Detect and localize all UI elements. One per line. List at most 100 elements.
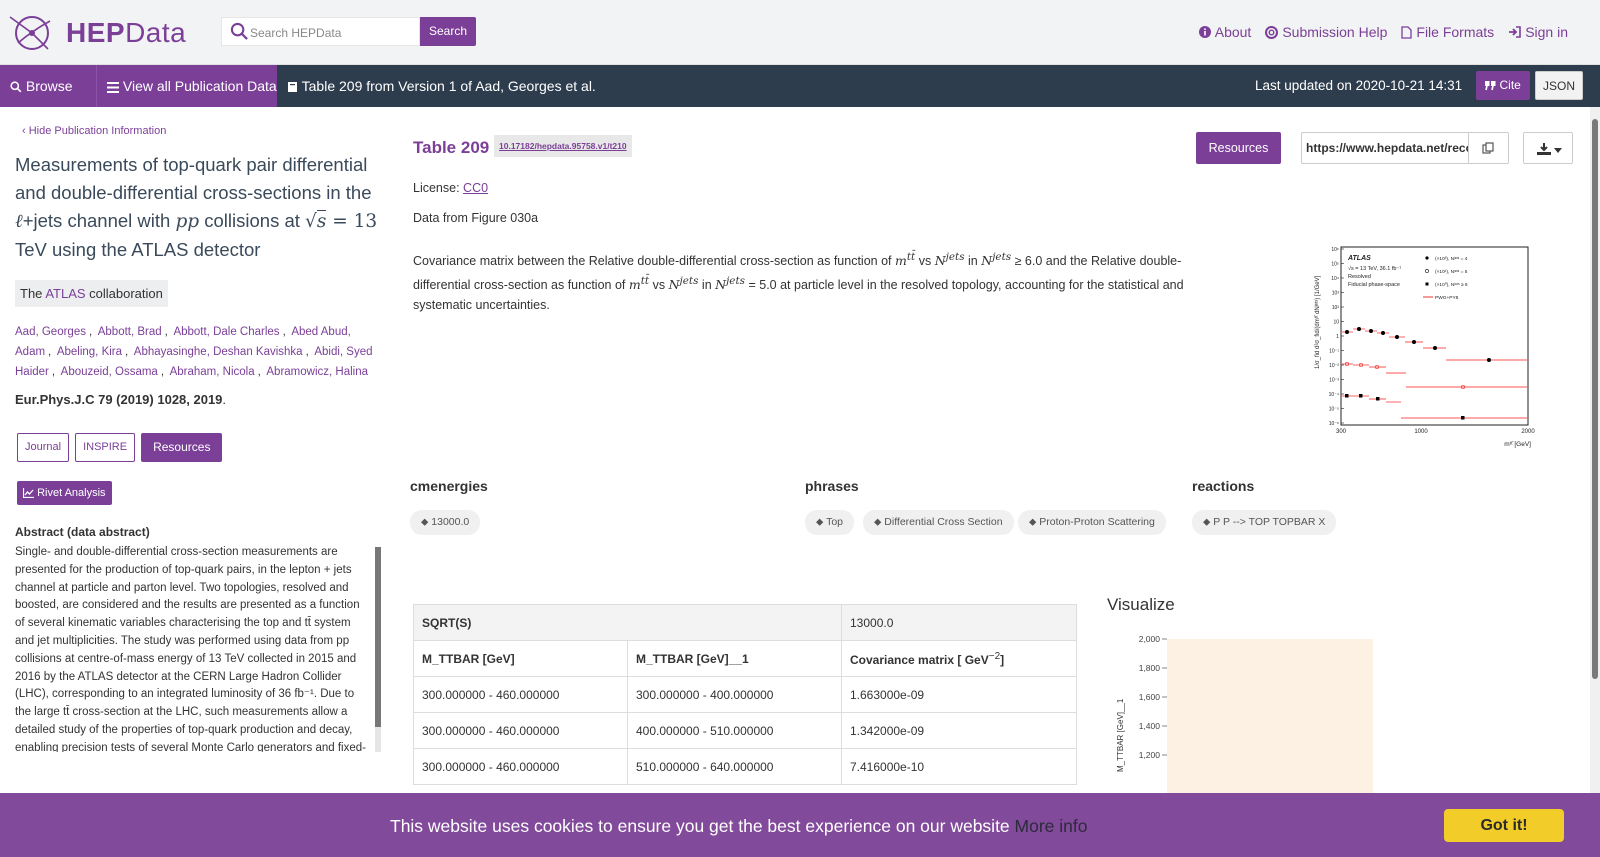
table-doi-link[interactable]: 10.17182/hepdata.95758.v1/t210 [494, 135, 632, 157]
abstract-scrollbar[interactable] [375, 547, 381, 752]
publication-resources-button[interactable]: Resources [141, 433, 223, 462]
abstract-heading: Abstract (data abstract) [15, 525, 150, 539]
table-row: SQRT(S) 13000.0 [413, 604, 1077, 641]
file-formats-link[interactable]: File Formats [1401, 24, 1494, 40]
author-list: Aad, Georges, Abbott, Brad, Abbott, Dale… [15, 326, 373, 378]
author-link[interactable]: Abeling, Kira [57, 346, 122, 358]
keyword-tag[interactable]: ⬥ 13000.0 [410, 510, 481, 535]
keyword-tag[interactable]: ⬥ Proton-Proton Scattering [1018, 510, 1166, 535]
atlas-link[interactable]: ATLAS [45, 286, 85, 301]
record-navbar: Browse all View all Publication Data Tab… [0, 65, 1600, 136]
viz-y-tick: 2,000 [1139, 634, 1161, 644]
thumb-y-tick: 1 [1336, 334, 1339, 340]
author-link[interactable]: Abraham, Nicola [170, 366, 255, 378]
keyword-tag[interactable]: ⬥ P P --> TOP TOPBAR X [1192, 510, 1337, 535]
search-input[interactable]: Search HEPData [221, 17, 420, 46]
download-icon [1537, 143, 1551, 155]
thumb-info-line: Fiducial phase-space [1348, 282, 1400, 288]
viz-y-tick: 1,800 [1139, 663, 1161, 673]
collaboration-badge: The ATLAS collaboration [15, 280, 168, 307]
logo-icon [9, 16, 51, 50]
caret-down-icon [1554, 148, 1562, 153]
figure-thumbnail[interactable]: ATLAS √s = 13 TeV, 36.1 fb⁻¹ Resolved Fi… [1311, 239, 1541, 454]
keyword-title-phrases: phrases [805, 478, 859, 494]
viz-y-tick: 1,400 [1139, 721, 1161, 731]
tag-icon: ⬥ [1029, 516, 1037, 528]
about-link[interactable]: About [1198, 24, 1252, 40]
submission-help-link[interactable]: Submission Help [1265, 24, 1387, 40]
keyword-title-cmenergies: cmenergies [410, 478, 488, 494]
search-icon [10, 81, 22, 93]
thumb-y-tick: 10⁻³ [1329, 378, 1339, 384]
thumb-atlas-label: ATLAS [1347, 255, 1371, 262]
cookie-accept-button[interactable]: Got it! [1444, 809, 1564, 842]
author-link[interactable]: Aad, Georges [15, 326, 86, 338]
table-cell: 300.000000 - 400.000000 [627, 676, 842, 713]
submission-help-label: Submission Help [1282, 24, 1388, 40]
thumb-y-tick: 10³ [1332, 291, 1340, 297]
thumb-x-tick: 1000 [1414, 429, 1428, 435]
author-link[interactable]: Abbott, Brad [98, 326, 162, 338]
thumb-legend-entry: (×10¹), Nʲᵉᵗˢ = 5 [1435, 269, 1468, 275]
file-formats-label: File Formats [1416, 24, 1495, 40]
sign-in-label: Sign in [1525, 24, 1568, 40]
tag-icon: ⬥ [874, 516, 882, 528]
thumb-legend-entry: (×10³), Nʲᵉᵗˢ = 4 [1435, 256, 1468, 262]
inspire-button[interactable]: INSPIRE [75, 433, 136, 462]
top-bar: HEPData Search HEPData Search About Subm… [0, 0, 1600, 65]
hide-publication-info-link[interactable]: ‹ Hide Publication Information [22, 125, 166, 137]
rivet-analysis-button[interactable]: Rivet Analysis [17, 481, 112, 505]
sign-in-link[interactable]: Sign in [1508, 24, 1568, 40]
thumb-y-tick: 10² [1332, 305, 1340, 311]
table-cell: 300.000000 - 460.000000 [413, 676, 628, 713]
list-icon [107, 82, 119, 93]
thumb-y-tick: 10⁻⁶ [1329, 421, 1339, 427]
page-scrollbar-thumb[interactable] [1592, 119, 1598, 679]
keyword-title-reactions: reactions [1192, 478, 1255, 494]
hepdata-logo[interactable]: HEPData [8, 13, 186, 53]
thumb-y-label: 1/σ_fid d²σ_fid/(dmᵗᵗ̄ dNʲᵉᵗˢ) [1/GeV] [1314, 275, 1321, 369]
author-link[interactable]: Abhayasinghe, Deshan Kavishka [134, 346, 303, 358]
keyword-tag[interactable]: ⬥ Differential Cross Section [863, 510, 1014, 535]
thumb-y-tick: 10⁻⁵ [1329, 407, 1339, 413]
table-cell: 300.000000 - 460.000000 [413, 748, 628, 785]
table-cell: 1.342000e-09 [841, 712, 1077, 749]
table-resources-button[interactable]: Resources [1196, 132, 1281, 164]
browse-all-link[interactable]: Browse all [0, 65, 96, 136]
license-link[interactable]: CC0 [463, 181, 488, 195]
search-button[interactable]: Search [420, 17, 476, 46]
cite-button[interactable]: Cite [1476, 71, 1530, 100]
heatmap-area[interactable] [1167, 639, 1373, 797]
top-links: About Submission Help File Formats Sign … [1198, 24, 1568, 40]
json-button[interactable]: JSON [1535, 71, 1583, 100]
journal-reference: Eur.Phys.J.C 79 (2019) 1028, 2019. [15, 392, 227, 407]
thumb-y-tick: 10⁴ [1331, 276, 1339, 282]
keyword-tag[interactable]: ⬥ Top [805, 510, 855, 535]
author-link[interactable]: Abramowicz, Halina [266, 366, 368, 378]
table-row: 300.000000 - 460.000000 300.000000 - 400.… [413, 676, 1077, 713]
copy-url-button[interactable] [1469, 132, 1509, 164]
author-link[interactable]: Abbott, Dale Charles [173, 326, 279, 338]
cookie-more-info-link[interactable]: More info [1015, 816, 1088, 836]
view-all-data-link[interactable]: View all Publication Data [96, 65, 277, 107]
table-url-field[interactable]: https://www.hepdata.net/reco [1301, 132, 1469, 164]
current-table-label: Table 209 from Version 1 of Aad, Georges… [287, 65, 596, 107]
tag-icon: ⬥ [421, 516, 429, 528]
sqrts-value: 13000.0 [841, 604, 1077, 641]
visualization-heatmap[interactable]: M_TTBAR [GeV]__1 2,000 1,800 1,600 1,400 1,2… [1110, 627, 1390, 797]
thumb-legend-entry: PWG+PY8 [1435, 295, 1459, 301]
table-cell: 7.416000e-10 [841, 748, 1077, 785]
thumb-x-label: mᵗᵗ̄ [GeV] [1504, 441, 1531, 448]
page-scrollbar[interactable] [1590, 107, 1600, 857]
download-dropdown-button[interactable] [1523, 132, 1573, 164]
thumb-y-tick: 10 [1333, 320, 1339, 326]
table-title: Table 209 [413, 138, 490, 157]
journal-button[interactable]: Journal [17, 433, 70, 462]
abstract-scrollbar-thumb[interactable] [375, 547, 381, 727]
author-link[interactable]: Abouzeid, Ossama [61, 366, 158, 378]
visualize-heading: Visualize [1107, 595, 1175, 614]
about-label: About [1214, 24, 1252, 40]
license-line: License: CC0 [413, 181, 489, 195]
cite-label: Cite [1499, 78, 1521, 92]
thumb-x-tick: 300 [1336, 429, 1347, 435]
